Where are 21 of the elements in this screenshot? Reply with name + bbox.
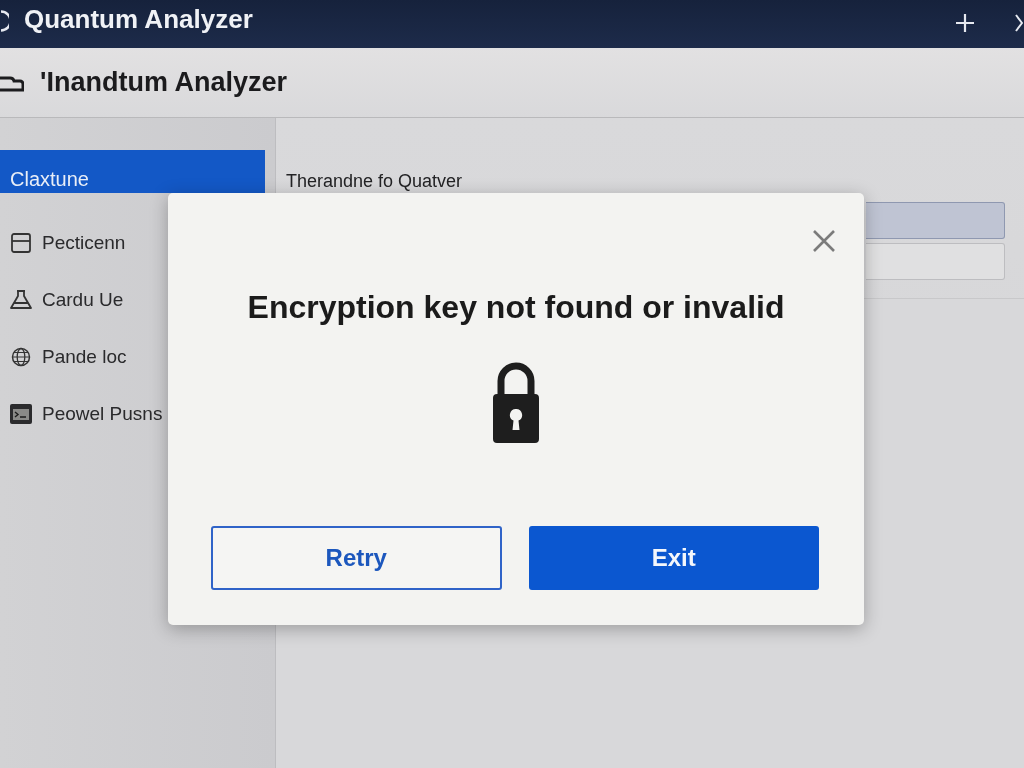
flask-icon [10, 289, 32, 310]
error-message: Encryption key not found or invalid [247, 288, 785, 326]
input-field[interactable] [866, 243, 1005, 280]
sidebar-item[interactable]: Pande loc [0, 328, 162, 385]
terminal-icon [10, 403, 32, 424]
exit-button[interactable]: Exit [528, 526, 819, 590]
sidebar-item[interactable]: Cardu Ue [0, 271, 162, 328]
input-field[interactable] [866, 202, 1005, 239]
app-title: Quantum Analyzer [24, 4, 253, 34]
page-title: 'Inandtum Analyzer [40, 67, 287, 98]
sidebar-item[interactable]: Claxtune [0, 150, 265, 193]
field-label: Therandne fo Quatver [286, 171, 463, 192]
close-icon[interactable] [812, 229, 836, 253]
plus-icon[interactable] [955, 13, 975, 33]
globe-icon [10, 346, 32, 367]
chevron-icon[interactable] [1015, 14, 1023, 32]
ring-icon [0, 10, 9, 32]
sidebar-item[interactable]: Peowel Pusns [0, 385, 162, 442]
retry-button[interactable]: Retry [211, 526, 502, 590]
sidebar-item[interactable]: Pecticenn [0, 214, 162, 271]
window-icon [10, 232, 32, 253]
